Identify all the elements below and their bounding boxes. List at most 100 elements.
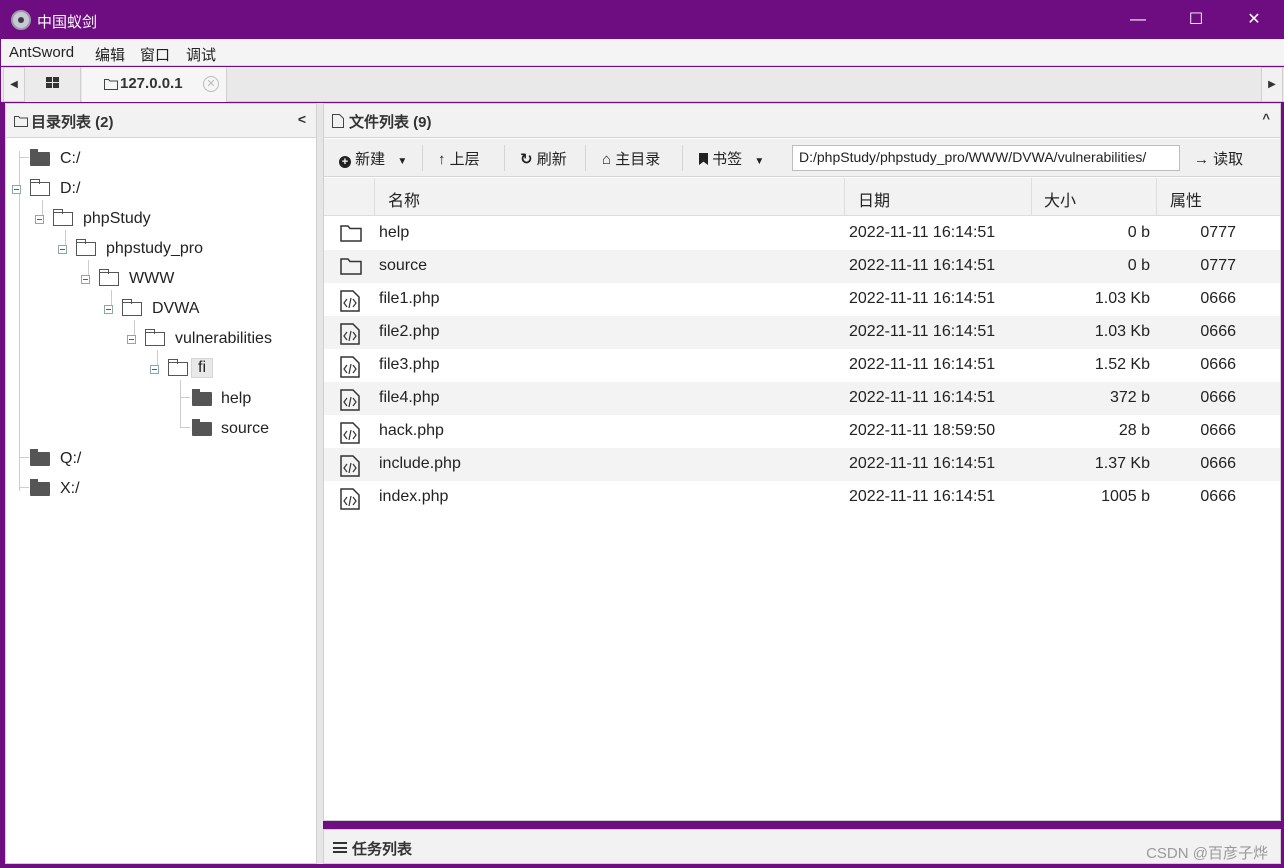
file-size: 0 b (1127, 257, 1150, 274)
menu-bar: AntSword 编辑 窗口 调试 (1, 39, 1284, 66)
column-size[interactable]: 大小 (1044, 187, 1076, 211)
file-name: file1.php (379, 290, 440, 307)
column-permission[interactable]: 属性 (1170, 187, 1202, 211)
close-window-button[interactable]: ✕ (1225, 1, 1283, 39)
column-date[interactable]: 日期 (858, 187, 890, 211)
file-name: file3.php (379, 356, 440, 373)
file-row[interactable]: file1.php 2022-11-11 16:14:51 1.03 Kb 0666 (324, 283, 1280, 316)
folder-icon (14, 116, 28, 127)
tree-node-www[interactable]: WWW (6, 267, 246, 291)
file-size: 1.37 Kb (1094, 455, 1150, 472)
parent-dir-button[interactable]: ↑ 上层 (438, 148, 480, 169)
file-permission: 0777 (1200, 224, 1236, 241)
code-file-icon (340, 455, 360, 477)
collapse-panel-icon[interactable]: ^ (1262, 111, 1270, 126)
collapse-node-icon[interactable] (127, 335, 136, 344)
file-row[interactable]: file4.php 2022-11-11 16:14:51 372 b 0666 (324, 382, 1280, 415)
file-permission: 0666 (1200, 422, 1236, 439)
tree-node-d[interactable]: D:/ (6, 177, 126, 201)
tree-node-vulnerabilities[interactable]: vulnerabilities (6, 327, 306, 351)
file-date: 2022-11-11 16:14:51 (849, 290, 996, 307)
collapse-node-icon[interactable] (35, 215, 44, 224)
tree-node-label: WWW (129, 270, 175, 287)
title-bar[interactable]: 中国蚁剑 — ☐ ✕ (1, 1, 1284, 39)
file-size: 1.03 Kb (1094, 323, 1150, 340)
maximize-button[interactable]: ☐ (1167, 1, 1225, 39)
refresh-button[interactable]: ↻ 刷新 (520, 148, 567, 169)
bookmark-button[interactable]: 书签 ▼ (699, 148, 764, 169)
tree-node-dvwa[interactable]: DVWA (6, 297, 246, 321)
file-icon (332, 114, 344, 128)
tree-node-label: C:/ (60, 150, 81, 167)
collapse-node-icon[interactable] (150, 365, 159, 374)
tab-home-grid[interactable] (25, 67, 81, 102)
file-size: 1.52 Kb (1094, 356, 1150, 373)
menu-window[interactable]: 窗口 (140, 44, 170, 65)
app-logo-icon (11, 10, 31, 30)
code-file-icon (340, 290, 360, 312)
tab-scroll-right-icon[interactable]: ▶ (1261, 67, 1283, 102)
file-permission: 0666 (1200, 488, 1236, 505)
tree-node-label-selected: fi (191, 358, 213, 378)
tab-host[interactable]: 127.0.0.1 ✕ (82, 67, 227, 102)
folder-open-icon (168, 359, 188, 376)
directory-panel: 目录列表 (2) < C:/ D:/ phpStudy phpstudy_pro… (5, 103, 317, 864)
file-row[interactable]: index.php 2022-11-11 16:14:51 1005 b 0666 (324, 481, 1280, 514)
file-row[interactable]: source 2022-11-11 16:14:51 0 b 0777 (324, 250, 1280, 283)
collapse-node-icon[interactable] (58, 245, 67, 254)
tree-node-q[interactable]: Q:/ (6, 447, 126, 471)
tree-node-phpstudy-pro[interactable]: phpstudy_pro (6, 237, 246, 261)
path-input[interactable]: D:/phpStudy/phpstudy_pro/WWW/DVWA/vulner… (792, 145, 1180, 171)
file-date: 2022-11-11 18:59:50 (849, 422, 996, 439)
home-dir-button[interactable]: ⌂ 主目录 (602, 148, 660, 169)
file-name: hack.php (379, 422, 444, 439)
folder-icon (340, 225, 362, 242)
tree-node-x[interactable]: X:/ (6, 477, 126, 501)
collapse-panel-icon[interactable]: < (298, 111, 306, 127)
file-permission: 0666 (1200, 389, 1236, 406)
tab-close-icon[interactable]: ✕ (203, 76, 219, 92)
tree-node-label: help (221, 390, 252, 407)
file-permission: 0666 (1200, 356, 1236, 373)
collapse-node-icon[interactable] (104, 305, 113, 314)
column-name[interactable]: 名称 (388, 187, 420, 211)
file-date: 2022-11-11 16:14:51 (849, 488, 996, 505)
file-row[interactable]: help 2022-11-11 16:14:51 0 b 0777 (324, 217, 1280, 250)
menu-antsword[interactable]: AntSword (9, 44, 74, 61)
tree-node-label: vulnerabilities (175, 330, 272, 347)
file-row[interactable]: include.php 2022-11-11 16:14:51 1.37 Kb 066… (324, 448, 1280, 481)
file-row[interactable]: file3.php 2022-11-11 16:14:51 1.52 Kb 0666 (324, 349, 1280, 382)
tree-node-source[interactable]: source (6, 417, 306, 441)
refresh-icon: ↻ (520, 151, 533, 168)
menu-edit[interactable]: 编辑 (95, 44, 125, 65)
file-size: 1.03 Kb (1094, 290, 1150, 307)
collapse-node-icon[interactable] (12, 185, 21, 194)
grid-header: 名称 日期 大小 属性 (324, 178, 1280, 216)
tree-node-fi[interactable]: fi (6, 357, 306, 381)
tab-scroll-left-icon[interactable]: ◀ (3, 67, 25, 102)
file-date: 2022-11-11 16:14:51 (849, 323, 996, 340)
folder-open-icon (53, 209, 73, 226)
tree-node-label: X:/ (60, 480, 80, 497)
collapse-node-icon[interactable] (81, 275, 90, 284)
code-file-icon (340, 389, 360, 411)
code-file-icon (340, 356, 360, 378)
minimize-button[interactable]: — (1109, 1, 1167, 39)
read-button[interactable]: → 读取 (1194, 148, 1243, 169)
file-date: 2022-11-11 16:14:51 (849, 455, 996, 472)
tree-node-help[interactable]: help (6, 387, 306, 411)
tree-node-phpstudy[interactable]: phpStudy (6, 207, 206, 231)
caret-down-icon: ▼ (397, 156, 408, 167)
arrow-up-icon: ↑ (438, 151, 446, 168)
menu-debug[interactable]: 调试 (186, 44, 216, 65)
tab-host-label: 127.0.0.1 (120, 75, 183, 92)
new-button[interactable]: + 新建 ▼ (339, 148, 407, 169)
folder-closed-icon (192, 419, 212, 436)
directory-tree: C:/ D:/ phpStudy phpstudy_pro WWW DVWA v… (6, 139, 316, 859)
window-title: 中国蚁剑 (37, 14, 98, 31)
file-list-panel: 文件列表 (9) ^ + 新建 ▼ ↑ 上层 ↻ 刷新 ⌂ 主目录 书签 ▼ D… (323, 103, 1281, 821)
file-row[interactable]: file2.php 2022-11-11 16:14:51 1.03 Kb 0666 (324, 316, 1280, 349)
tree-node-c[interactable]: C:/ (6, 147, 126, 171)
file-row[interactable]: hack.php 2022-11-11 18:59:50 28 b 0666 (324, 415, 1280, 448)
task-list-bar[interactable]: 任务列表 CSDN @百彦子烨 (323, 829, 1281, 864)
